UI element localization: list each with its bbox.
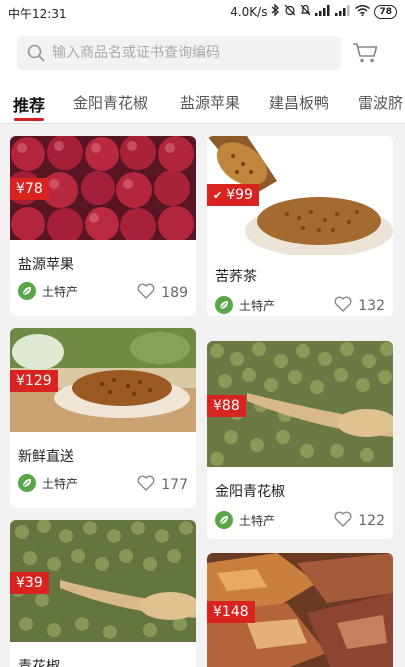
search-input[interactable]: [52, 36, 332, 70]
status-bar: 中午12:31 4.0K/s 78: [0, 0, 405, 26]
search-icon: [27, 44, 45, 66]
product-tag: 土特产: [18, 474, 78, 492]
leaf-icon: [18, 282, 36, 300]
like-counter[interactable]: 122: [334, 511, 385, 531]
status-time: 中午12:31: [8, 7, 67, 21]
product-title: 盐源苹果: [18, 257, 74, 273]
tab-recommend[interactable]: 推荐: [13, 92, 45, 116]
product-title: 青花椒: [18, 659, 60, 667]
product-card[interactable]: ✔ ¥99 苦荞茶 土特产 132: [207, 136, 393, 316]
price-badge: ¥78: [10, 178, 49, 200]
signal-icon: [315, 4, 331, 19]
tab-leibo-orange[interactable]: 雷波脐: [358, 92, 403, 113]
leaf-icon: [18, 474, 36, 492]
bluetooth-icon: [271, 3, 280, 19]
wifi-icon: [355, 4, 371, 19]
like-counter[interactable]: 177: [137, 475, 188, 495]
like-count: 122: [358, 513, 385, 529]
like-counter[interactable]: 189: [137, 283, 188, 303]
leaf-icon: [215, 296, 233, 314]
price-badge: ¥148: [207, 601, 255, 623]
status-icons: 4.0K/s 78: [230, 3, 397, 19]
heart-icon[interactable]: [137, 475, 155, 495]
product-tag: 土特产: [215, 511, 275, 529]
product-tag: 土特产: [215, 296, 275, 314]
like-count: 189: [161, 285, 188, 301]
tab-yanyuan-apple[interactable]: 盐源苹果: [180, 92, 240, 113]
like-count: 177: [161, 477, 188, 493]
battery-icon: 78: [374, 4, 397, 19]
alarm-off-icon: [284, 4, 296, 19]
product-card[interactable]: ¥39 青花椒: [10, 520, 196, 667]
search-bar: [0, 26, 405, 82]
heart-icon[interactable]: [137, 283, 155, 303]
tab-jinyang-pepper[interactable]: 金阳青花椒: [73, 92, 148, 113]
price-badge: ¥129: [10, 370, 58, 392]
like-counter[interactable]: 132: [334, 296, 385, 316]
price-badge: ✔ ¥99: [207, 184, 259, 206]
heart-icon[interactable]: [334, 296, 352, 316]
price-badge: ¥39: [10, 572, 49, 594]
network-speed: 4.0K/s: [230, 4, 268, 19]
product-card[interactable]: ¥88 金阳青花椒 土特产 122: [207, 341, 393, 539]
tag-label: 土特产: [42, 476, 79, 491]
product-title: 金阳青花椒: [215, 484, 285, 500]
price-value: ¥99: [226, 187, 253, 203]
tag-label: 土特产: [239, 513, 276, 528]
leaf-icon: [215, 511, 233, 529]
heart-icon[interactable]: [334, 511, 352, 531]
product-card[interactable]: ¥148: [207, 553, 393, 667]
search-box[interactable]: [17, 36, 341, 70]
tag-label: 土特产: [42, 284, 79, 299]
product-title: 苦荞茶: [215, 269, 257, 285]
product-card[interactable]: ¥129 新鲜直送 土特产 177: [10, 328, 196, 508]
like-count: 132: [358, 298, 385, 314]
tab-jianchang-duck[interactable]: 建昌板鸭: [269, 92, 329, 113]
price-badge: ¥88: [207, 395, 246, 417]
category-tabs: 推荐 金阳青花椒 盐源苹果 建昌板鸭 雷波脐: [0, 82, 405, 124]
product-title: 新鲜直送: [18, 449, 74, 465]
tag-label: 土特产: [239, 298, 276, 313]
signal-icon-2: [335, 4, 351, 19]
product-tag: 土特产: [18, 282, 78, 300]
silent-icon: [300, 4, 311, 19]
product-card[interactable]: ¥78 盐源苹果 土特产 189: [10, 136, 196, 316]
cart-icon[interactable]: [352, 42, 378, 68]
verified-icon: ✔: [213, 189, 223, 202]
tab-indicator: [14, 118, 44, 121]
